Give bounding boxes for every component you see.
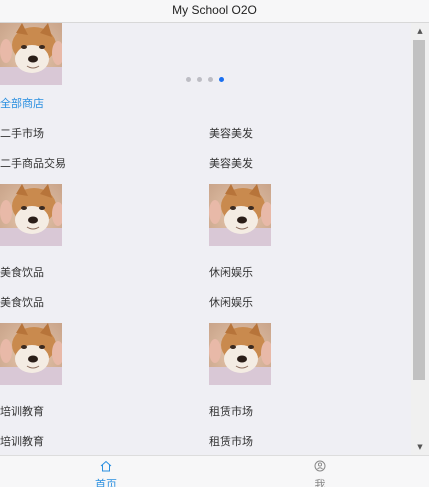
bottom-tab-bar: 首页 我 — [0, 455, 429, 487]
tab-label: 我 — [314, 478, 326, 487]
home-icon — [100, 460, 112, 472]
image-carousel[interactable] — [0, 23, 411, 86]
carousel-dot[interactable] — [197, 77, 202, 82]
main-content[interactable]: 全部商店 二手市场 美容美发 二手商品交易 美容美发 美食饮品 休闲娱乐 美食饮… — [0, 23, 411, 455]
category-name[interactable]: 培训教育 — [0, 403, 44, 419]
scroll-up-arrow-icon[interactable]: ▲ — [411, 25, 429, 37]
carousel-dot[interactable] — [208, 77, 213, 82]
category-subtitle: 美容美发 — [209, 157, 253, 170]
category-subtitle: 二手商品交易 — [0, 157, 66, 170]
category-name[interactable]: 租赁市场 — [209, 403, 253, 419]
category-subtitle: 培训教育 — [0, 435, 44, 448]
category-subtitle: 租赁市场 — [209, 435, 253, 448]
category-name[interactable]: 美食饮品 — [0, 264, 44, 280]
category-subtitle: 休闲娱乐 — [209, 296, 253, 309]
tab-home[interactable]: 首页 — [76, 456, 136, 487]
navigation-bar: My School O2O — [0, 0, 429, 23]
tab-me[interactable]: 我 — [290, 456, 350, 487]
carousel-dot[interactable] — [186, 77, 191, 82]
category-name[interactable]: 二手市场 — [0, 125, 44, 141]
scroll-down-arrow-icon[interactable]: ▼ — [411, 441, 429, 453]
user-icon — [314, 460, 326, 472]
category-subtitle: 美食饮品 — [0, 296, 44, 309]
section-title-all-shops[interactable]: 全部商店 — [0, 95, 44, 111]
page-title: My School O2O — [172, 3, 257, 17]
category-name[interactable]: 美容美发 — [209, 125, 253, 141]
category-name[interactable]: 休闲娱乐 — [209, 264, 253, 280]
category-image[interactable] — [209, 184, 271, 246]
vertical-scrollbar[interactable]: ▲ ▼ — [411, 23, 429, 455]
tab-label: 首页 — [95, 478, 117, 487]
category-image[interactable] — [0, 323, 62, 385]
carousel-slide-image[interactable] — [0, 23, 62, 85]
category-image[interactable] — [0, 184, 62, 246]
carousel-dot-active[interactable] — [219, 77, 224, 82]
scrollbar-thumb[interactable] — [413, 40, 425, 380]
category-image[interactable] — [209, 323, 271, 385]
